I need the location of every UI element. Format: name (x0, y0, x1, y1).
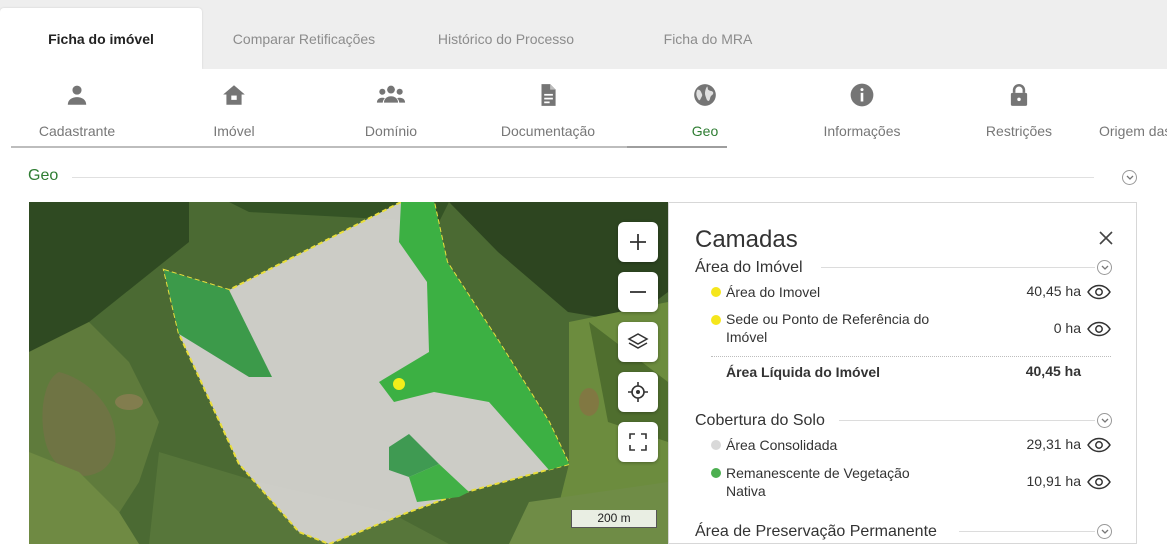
group-icon (376, 85, 406, 103)
layer-color-dot (711, 440, 721, 450)
satellite-map[interactable]: 200 m (29, 202, 668, 544)
group-title-app: Área de Preservação Permanente (695, 523, 937, 541)
document-icon (541, 84, 556, 106)
tab-historico-do-processo[interactable]: Histórico do Processo (405, 8, 607, 69)
section-title: Geo (28, 167, 59, 184)
nav-item-dominio[interactable]: Domínio (316, 69, 466, 147)
nav-item-restricoes[interactable]: Restrições (944, 69, 1094, 147)
nav-item-geo[interactable]: Geo (630, 69, 780, 147)
nav-item-label: Restrições (985, 123, 1053, 139)
layer-name: Sede ou Ponto de Referência do Imóvel (726, 311, 930, 345)
top-tab-bar: Ficha do imóvel Comparar Retificações Hi… (0, 0, 1167, 69)
lock-icon (1010, 84, 1028, 106)
info-icon (850, 83, 874, 107)
section-collapse-toggle[interactable] (1122, 170, 1137, 185)
chevron-down-icon (1101, 529, 1109, 534)
section-divider (72, 177, 1094, 178)
tab-ficha-do-mra[interactable]: Ficha do MRA (607, 8, 809, 69)
layer-name: Área do Imovel (726, 284, 821, 300)
nav-item-origem[interactable]: Origem das (1099, 69, 1167, 147)
layer-color-dot (711, 468, 721, 478)
eye-icon[interactable] (1087, 321, 1111, 337)
close-icon[interactable] (1097, 229, 1115, 247)
chevron-down-icon (1101, 265, 1109, 270)
nav-item-label: Origem das (1099, 123, 1167, 139)
layer-name: Área Consolidada (726, 437, 838, 453)
home-icon (223, 85, 245, 105)
layers-panel: Camadas Área do Imóvel Área do Imovel 40… (668, 202, 1137, 544)
nav-item-cadastrante[interactable]: Cadastrante (2, 69, 152, 147)
layer-value: 40,45 ha (1026, 283, 1082, 299)
nav-item-label: Informações (823, 123, 901, 139)
layers-icon (627, 333, 649, 349)
nav-active-indicator (627, 146, 727, 148)
total-separator (711, 356, 1111, 357)
panel-title: Camadas (695, 226, 798, 253)
nav-divider (11, 146, 727, 148)
globe-icon (694, 84, 716, 106)
plus-icon (630, 234, 646, 250)
group-divider (959, 531, 1095, 532)
zoom-out-button[interactable] (618, 272, 658, 312)
person-icon (67, 85, 87, 105)
layers-button[interactable] (618, 322, 658, 362)
group-toggle-area-imovel[interactable] (1097, 260, 1112, 275)
nav-item-label: Imóvel (213, 123, 255, 139)
zoom-in-button[interactable] (618, 222, 658, 262)
group-toggle-cobertura-solo[interactable] (1097, 413, 1112, 428)
tab-comparar-retificacoes[interactable]: Comparar Retificações (203, 8, 405, 69)
layer-name: Remanescente de Vegetação Nativa (726, 465, 910, 499)
eye-icon[interactable] (1087, 474, 1111, 490)
total-name: Área Líquida do Imóvel (726, 364, 881, 380)
chevron-down-icon (1101, 418, 1109, 423)
nav-item-imovel[interactable]: Imóvel (159, 69, 309, 147)
crosshair-icon (628, 382, 648, 402)
chevron-down-icon (1126, 175, 1134, 180)
tab-ficha-do-imovel[interactable]: Ficha do imóvel (0, 8, 202, 69)
nav-item-label: Documentação (500, 123, 596, 139)
layer-value: 0 ha (1053, 320, 1081, 336)
fullscreen-button[interactable] (618, 422, 658, 462)
map-scale: 200 m (571, 510, 657, 528)
reference-point-marker[interactable] (393, 378, 405, 390)
total-value: 40,45 ha (1025, 363, 1081, 379)
minus-icon (630, 291, 646, 293)
layer-color-dot (711, 287, 721, 297)
section-nav: Cadastrante Imóvel Domínio Documentação … (0, 69, 1167, 149)
nav-item-documentacao[interactable]: Documentação (473, 69, 623, 147)
map-imagery (29, 202, 668, 544)
eye-icon[interactable] (1087, 437, 1111, 453)
group-divider (821, 267, 1095, 268)
nav-item-label: Cadastrante (38, 123, 116, 139)
layer-color-dot (711, 315, 721, 325)
nav-item-informacoes[interactable]: Informações (787, 69, 937, 147)
layer-value: 29,31 ha (1026, 436, 1082, 452)
locate-button[interactable] (618, 372, 658, 412)
nav-item-label: Domínio (364, 123, 418, 139)
group-title-cobertura-solo: Cobertura do Solo (695, 412, 825, 430)
layer-value: 10,91 ha (1026, 473, 1082, 489)
group-title-area-imovel: Área do Imóvel (695, 259, 803, 277)
nav-item-label: Geo (691, 123, 719, 139)
group-toggle-app[interactable] (1097, 524, 1112, 539)
eye-icon[interactable] (1087, 284, 1111, 300)
fullscreen-icon (629, 433, 647, 451)
group-divider (839, 420, 1095, 421)
